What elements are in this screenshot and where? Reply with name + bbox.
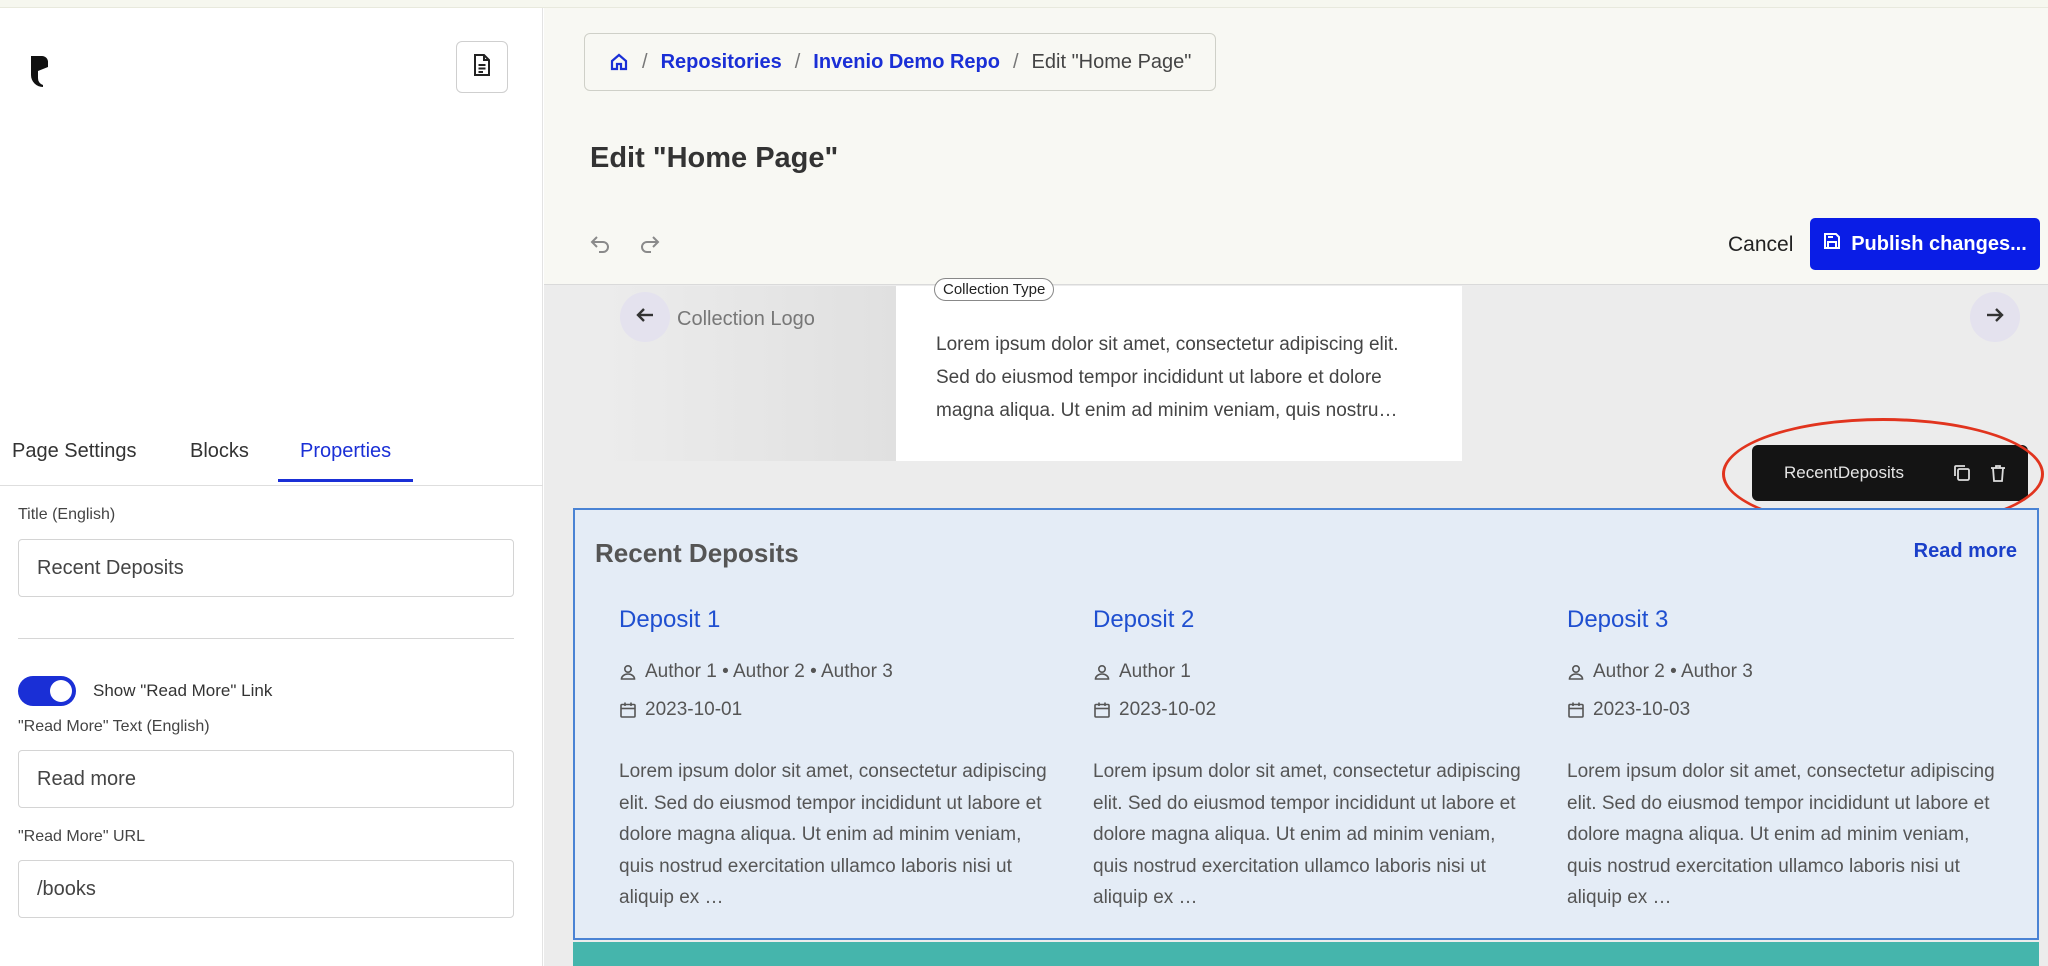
tab-blocks[interactable]: Blocks	[190, 440, 249, 479]
recent-deposits-block[interactable]: Recent Deposits Read more Deposit 1 Auth…	[573, 508, 2039, 940]
tab-page-settings[interactable]: Page Settings	[12, 440, 137, 479]
deposit-card: Deposit 2 Author 1 2023-10-02 Lorem ipsu…	[1093, 606, 1533, 914]
breadcrumb-separator: /	[642, 50, 648, 73]
next-block-strip	[573, 942, 2039, 966]
toggle-knob	[50, 680, 72, 702]
breadcrumb-repo[interactable]: Invenio Demo Repo	[813, 51, 1000, 74]
collection-type-badge: Collection Type	[934, 278, 1055, 301]
deposit-authors: Author 2 • Author 3	[1567, 658, 2007, 686]
document-button[interactable]	[456, 41, 508, 93]
publish-label: Publish changes...	[1851, 232, 2027, 255]
page-header: / Repositories / Invenio Demo Repo / Edi…	[544, 8, 2048, 285]
tab-properties[interactable]: Properties	[278, 440, 414, 482]
deposit-authors-text: Author 2 • Author 3	[1593, 661, 1753, 682]
breadcrumb-separator: /	[1012, 50, 1019, 73]
user-icon	[1093, 663, 1111, 681]
field-divider	[18, 638, 514, 639]
show-read-more-label: Show "Read More" Link	[93, 681, 273, 700]
deposit-title[interactable]: Deposit 3	[1567, 606, 2007, 634]
title-input[interactable]: Recent Deposits	[18, 539, 514, 597]
deposit-description: Lorem ipsum dolor sit amet, consectetur …	[1567, 761, 1995, 908]
recent-deposits-title: Recent Deposits	[595, 538, 799, 568]
deposit-description: Lorem ipsum dolor sit amet, consectetur …	[619, 761, 1047, 908]
breadcrumb-repositories[interactable]: Repositories	[661, 51, 782, 74]
deposit-authors: Author 1	[1093, 658, 1533, 686]
deposit-date: 2023-10-01	[619, 696, 1059, 724]
deposit-description: Lorem ipsum dolor sit amet, consectetur …	[1093, 761, 1521, 908]
deposit-date-text: 2023-10-03	[1593, 699, 1691, 720]
redo-icon[interactable]	[638, 233, 662, 257]
app-logo	[28, 54, 50, 88]
read-more-text-input[interactable]: Read more	[18, 750, 514, 808]
deposit-authors-text: Author 1 • Author 2 • Author 3	[645, 661, 893, 682]
editor-sidebar: Page Settings Blocks Properties Title (E…	[0, 8, 543, 966]
deposit-title[interactable]: Deposit 1	[619, 606, 1059, 634]
breadcrumb: / Repositories / Invenio Demo Repo / Edi…	[584, 33, 1217, 91]
cancel-button[interactable]: Cancel	[1728, 233, 1793, 257]
read-more-link[interactable]: Read more	[1914, 540, 2017, 563]
deposit-authors: Author 1 • Author 2 • Author 3	[619, 658, 1059, 686]
deposit-date-text: 2023-10-01	[645, 699, 743, 720]
title-field-label: Title (English)	[18, 506, 116, 523]
read-more-url-label: "Read More" URL	[18, 828, 145, 845]
show-read-more-toggle[interactable]	[18, 676, 76, 706]
read-more-url-input[interactable]: /books	[18, 860, 514, 918]
carousel-next-button[interactable]	[1970, 292, 2020, 342]
deposit-card: Deposit 3 Author 2 • Author 3 2023-10-03…	[1567, 606, 2007, 914]
sidebar-tabs: Page Settings Blocks Properties	[0, 428, 543, 486]
calendar-icon	[1567, 701, 1585, 719]
save-icon	[1823, 232, 1841, 256]
breadcrumb-separator: /	[794, 50, 801, 73]
carousel-card: Collection Type Lorem ipsum dolor sit am…	[896, 278, 1462, 461]
user-icon	[1567, 663, 1585, 681]
read-more-text-label: "Read More" Text (English)	[18, 718, 210, 735]
deposit-card: Deposit 1 Author 1 • Author 2 • Author 3…	[619, 606, 1059, 914]
deposit-date: 2023-10-02	[1093, 696, 1533, 724]
top-border	[0, 0, 2048, 8]
home-icon[interactable]	[609, 52, 629, 72]
page-title: Edit "Home Page"	[590, 142, 839, 174]
collection-logo-text: Collection Logo	[677, 308, 815, 330]
carousel-prev-button[interactable]	[620, 292, 670, 342]
document-icon	[471, 53, 493, 82]
deposit-title[interactable]: Deposit 2	[1093, 606, 1533, 634]
deposit-date-text: 2023-10-02	[1119, 699, 1217, 720]
deposit-date: 2023-10-03	[1567, 696, 2007, 724]
breadcrumb-current: Edit "Home Page"	[1031, 50, 1192, 73]
user-icon	[619, 663, 637, 681]
deposit-authors-text: Author 1	[1119, 661, 1191, 682]
calendar-icon	[619, 701, 637, 719]
arrow-right-icon	[1984, 304, 2006, 331]
publish-button[interactable]: Publish changes...	[1810, 218, 2040, 270]
calendar-icon	[1093, 701, 1111, 719]
arrow-left-icon	[634, 304, 656, 331]
undo-icon[interactable]	[588, 233, 612, 257]
carousel-description: Lorem ipsum dolor sit amet, consectetur …	[936, 334, 1399, 421]
